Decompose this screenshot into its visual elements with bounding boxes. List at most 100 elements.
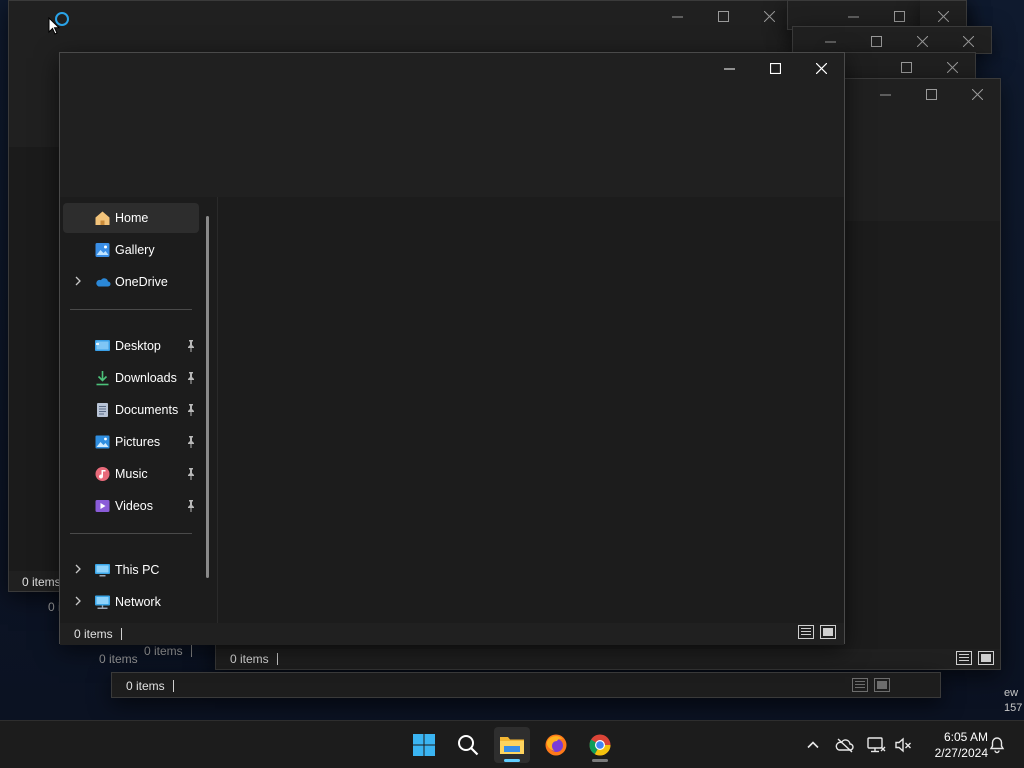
minimize-button[interactable] xyxy=(807,27,853,55)
search-icon xyxy=(458,735,479,756)
nav-item-onedrive[interactable]: OneDrive xyxy=(63,267,199,297)
explorer-window-main[interactable]: Home Gallery OneDrive Desktop Downloads xyxy=(59,52,845,645)
onedrive-offline-icon[interactable] xyxy=(835,735,855,755)
nav-item-music[interactable]: Music xyxy=(63,459,199,489)
nav-item-pictures[interactable]: Pictures xyxy=(63,427,199,457)
nav-item-home[interactable]: Home xyxy=(63,203,199,233)
nav-label: Gallery xyxy=(115,243,155,257)
nav-item-videos[interactable]: Videos xyxy=(63,491,199,521)
clock[interactable]: 6:05 AM 2/27/2024 xyxy=(920,729,988,761)
chrome-app[interactable] xyxy=(582,727,618,763)
large-icons-view-icon[interactable] xyxy=(820,625,836,639)
active-app-indicator xyxy=(504,759,520,762)
gallery-icon xyxy=(95,243,110,257)
file-explorer-app[interactable] xyxy=(494,727,530,763)
status-text: 0 items xyxy=(126,679,174,693)
maximize-button[interactable] xyxy=(752,53,798,83)
firefox-icon xyxy=(545,734,567,756)
network-icon xyxy=(95,595,110,609)
running-app-indicator xyxy=(592,759,608,762)
nav-label: Downloads xyxy=(115,371,177,385)
documents-icon xyxy=(97,403,108,417)
start-button[interactable] xyxy=(406,727,442,763)
minimize-button[interactable] xyxy=(654,1,700,31)
pin-icon[interactable] xyxy=(186,372,196,384)
nav-item-network[interactable]: Network xyxy=(63,587,199,617)
maximize-button[interactable] xyxy=(700,1,746,31)
nav-item-documents[interactable]: Documents xyxy=(63,395,199,425)
home-icon xyxy=(95,211,110,225)
volume-muted-icon[interactable] xyxy=(893,735,913,755)
desktop-edge-text: ew 157 xyxy=(1004,687,1023,714)
maximize-button[interactable] xyxy=(908,79,954,109)
pin-icon[interactable] xyxy=(186,468,196,480)
this-pc-icon xyxy=(95,564,110,577)
close-button[interactable] xyxy=(929,53,975,81)
navigation-pane: Home Gallery OneDrive Desktop Downloads xyxy=(60,201,210,621)
nav-separator xyxy=(70,533,192,534)
nav-label: Music xyxy=(115,467,148,481)
explorer-window-background-3[interactable] xyxy=(792,26,992,54)
chevron-right-icon[interactable] xyxy=(73,564,83,574)
details-view-icon[interactable] xyxy=(852,678,868,692)
nav-separator xyxy=(70,309,192,310)
nav-label: Home xyxy=(115,211,149,225)
nav-label: Videos xyxy=(115,499,153,513)
desktop-folder-icon xyxy=(95,340,110,351)
close-button[interactable] xyxy=(746,1,792,31)
chevron-right-icon[interactable] xyxy=(73,596,83,606)
maximize-button[interactable] xyxy=(883,53,929,81)
status-text: 0 items xyxy=(144,644,192,658)
videos-icon xyxy=(95,500,110,512)
close-button[interactable] xyxy=(899,27,945,55)
details-view-icon[interactable] xyxy=(798,625,814,639)
details-view-icon[interactable] xyxy=(956,651,972,665)
status-text: 0 items xyxy=(99,652,138,666)
pin-icon[interactable] xyxy=(186,436,196,448)
music-icon xyxy=(95,467,110,481)
command-bar-area xyxy=(60,85,844,197)
status-bar: 0 items xyxy=(60,623,844,645)
close-button[interactable] xyxy=(954,79,1000,109)
explorer-window-background-4[interactable] xyxy=(836,52,976,80)
close-button[interactable] xyxy=(798,53,844,83)
minimize-button[interactable] xyxy=(706,53,752,83)
chevron-right-icon[interactable] xyxy=(73,276,83,286)
pin-icon[interactable] xyxy=(186,340,196,352)
caption-buttons xyxy=(706,53,844,83)
onedrive-icon xyxy=(96,278,111,287)
large-icons-view-icon[interactable] xyxy=(978,651,994,665)
nav-item-desktop[interactable]: Desktop xyxy=(63,331,199,361)
clock-time: 6:05 AM xyxy=(943,730,988,744)
search-button[interactable] xyxy=(450,727,486,763)
windows-logo-icon xyxy=(413,734,435,756)
nav-label: Desktop xyxy=(115,339,161,353)
nav-item-this-pc[interactable]: This PC xyxy=(63,555,199,585)
content-area: Home Gallery OneDrive Desktop Downloads xyxy=(60,197,844,623)
pin-icon[interactable] xyxy=(186,500,196,512)
view-buttons xyxy=(798,625,836,639)
view-buttons xyxy=(852,678,890,692)
nav-label: Network xyxy=(115,595,161,609)
nav-item-gallery[interactable]: Gallery xyxy=(63,235,199,265)
large-icons-view-icon[interactable] xyxy=(874,678,890,692)
downloads-icon xyxy=(96,371,109,386)
notification-bell-icon[interactable] xyxy=(987,735,1007,755)
nav-label: Documents xyxy=(115,403,179,417)
busy-spinner-icon xyxy=(55,12,69,26)
nav-item-downloads[interactable]: Downloads xyxy=(63,363,199,393)
minimize-button[interactable] xyxy=(862,79,908,109)
pane-divider[interactable] xyxy=(217,197,218,623)
close-button[interactable] xyxy=(945,27,991,55)
explorer-window-background-6[interactable]: 0 items xyxy=(111,672,941,698)
firefox-app[interactable] xyxy=(538,727,574,763)
caption-buttons xyxy=(862,79,1000,109)
maximize-button[interactable] xyxy=(853,27,899,55)
chrome-icon xyxy=(589,734,611,756)
navigation-scrollbar[interactable] xyxy=(206,216,209,578)
pin-icon[interactable] xyxy=(186,404,196,416)
status-text: 0 items xyxy=(74,627,122,641)
chevron-up-icon[interactable] xyxy=(803,735,823,755)
network-status-icon[interactable] xyxy=(866,735,886,755)
nav-label: OneDrive xyxy=(115,275,168,289)
